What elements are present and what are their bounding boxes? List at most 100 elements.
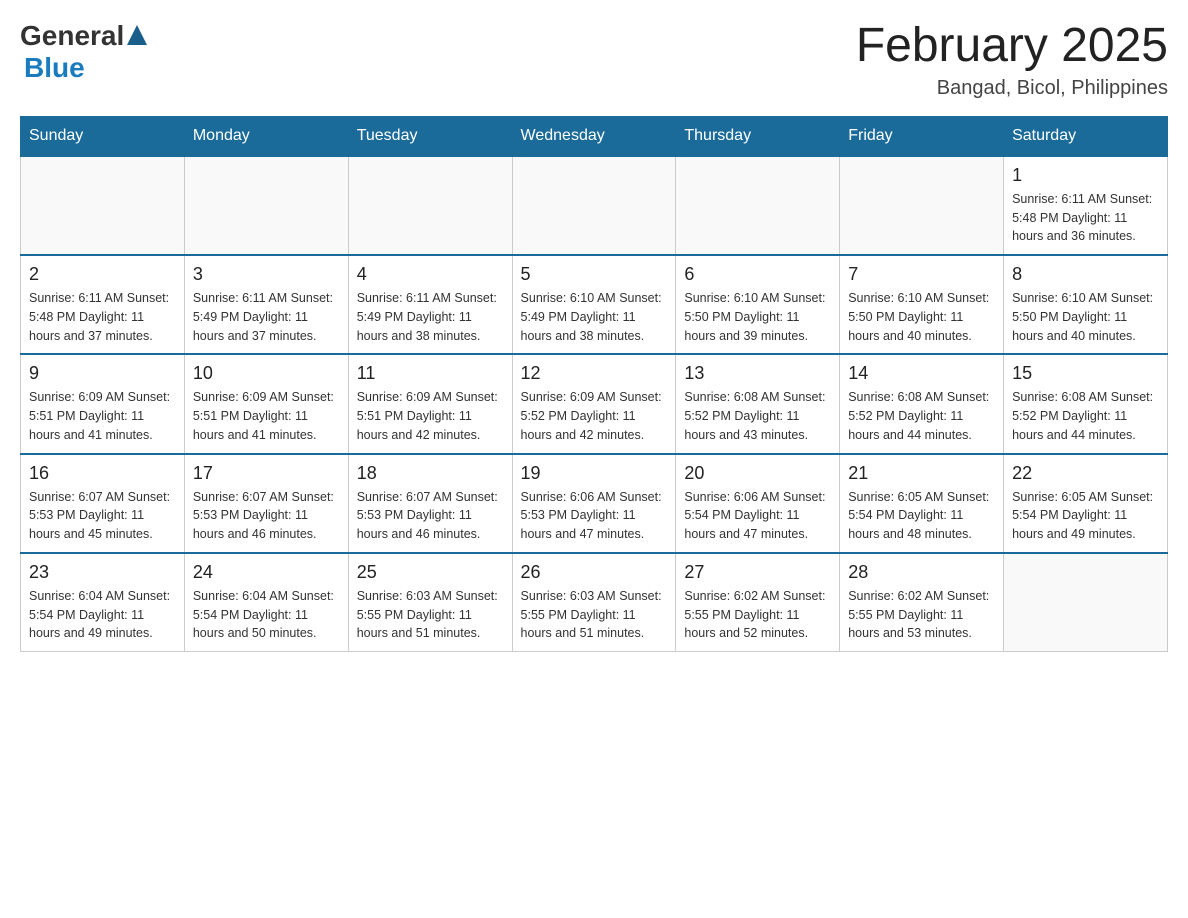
day-info: Sunrise: 6:09 AM Sunset: 5:51 PM Dayligh… [357, 388, 504, 444]
calendar-week-row: 9 Sunrise: 6:09 AM Sunset: 5:51 PM Daylig… [21, 354, 1168, 453]
calendar-day: 18 Sunrise: 6:07 AM Sunset: 5:53 PM Dayli… [348, 454, 512, 553]
day-number: 9 [29, 363, 176, 384]
calendar-day [184, 156, 348, 255]
day-info: Sunrise: 6:08 AM Sunset: 5:52 PM Dayligh… [848, 388, 995, 444]
calendar-day: 17Sunrise: 6:07 AM Sunset: 5:53 PM Dayli… [184, 454, 348, 553]
calendar-day [840, 156, 1004, 255]
day-info: Sunrise: 6:11 AM Sunset: 5:48 PM Dayligh… [1012, 190, 1159, 246]
calendar-header-tuesday: Tuesday [348, 116, 512, 156]
day-number: 22 [1012, 463, 1159, 484]
calendar-day: 3 Sunrise: 6:11 AM Sunset: 5:49 PM Daylig… [184, 255, 348, 354]
day-number: 28 [848, 562, 995, 583]
calendar-header-wednesday: Wednesday [512, 116, 676, 156]
day-number: 12 [521, 363, 668, 384]
day-info: Sunrise: 6:10 AM Sunset: 5:49 PM Dayligh… [521, 289, 668, 345]
calendar-day: 23 Sunrise: 6:04 AM Sunset: 5:54 PM Dayli… [21, 553, 185, 652]
calendar-day [512, 156, 676, 255]
calendar-table: SundayMondayTuesdayWednesdayThursdayFrid… [20, 116, 1168, 652]
logo-triangle-icon [127, 25, 147, 45]
day-info: Sunrise: 6:08 AM Sunset: 5:52 PM Dayligh… [1012, 388, 1159, 444]
day-number: 19 [521, 463, 668, 484]
day-number: 2 [29, 264, 176, 285]
day-info: Sunrise: 6:05 AM Sunset: 5:54 PM Dayligh… [1012, 488, 1159, 544]
day-info: Sunrise: 6:05 AM Sunset: 5:54 PM Dayligh… [848, 488, 995, 544]
day-number: 24 [193, 562, 340, 583]
calendar-day: 25Sunrise: 6:03 AM Sunset: 5:55 PM Dayli… [348, 553, 512, 652]
day-number: 6 [684, 264, 831, 285]
day-number: 11 [357, 363, 504, 384]
day-number: 25 [357, 562, 504, 583]
day-number: 5 [521, 264, 668, 285]
calendar-day: 13 Sunrise: 6:08 AM Sunset: 5:52 PM Dayli… [676, 354, 840, 453]
day-number: 16 [29, 463, 176, 484]
calendar-day: 28 Sunrise: 6:02 AM Sunset: 5:55 PM Dayli… [840, 553, 1004, 652]
day-info: Sunrise: 6:02 AM Sunset: 5:55 PM Dayligh… [848, 587, 995, 643]
day-info: Sunrise: 6:10 AM Sunset: 5:50 PM Dayligh… [848, 289, 995, 345]
day-number: 23 [29, 562, 176, 583]
day-number: 15 [1012, 363, 1159, 384]
day-number: 17 [193, 463, 340, 484]
calendar-header-monday: Monday [184, 116, 348, 156]
day-info: Sunrise: 6:07 AM Sunset: 5:53 PM Dayligh… [29, 488, 176, 544]
calendar-day: 5 Sunrise: 6:10 AM Sunset: 5:49 PM Daylig… [512, 255, 676, 354]
calendar-week-row: 16 Sunrise: 6:07 AM Sunset: 5:53 PM Dayli… [21, 454, 1168, 553]
logo: General Blue [20, 20, 147, 84]
day-info: Sunrise: 6:10 AM Sunset: 5:50 PM Dayligh… [1012, 289, 1159, 345]
calendar-day: 19 Sunrise: 6:06 AM Sunset: 5:53 PM Dayli… [512, 454, 676, 553]
day-number: 18 [357, 463, 504, 484]
day-number: 3 [193, 264, 340, 285]
calendar-day: 8 Sunrise: 6:10 AM Sunset: 5:50 PM Daylig… [1004, 255, 1168, 354]
day-info: Sunrise: 6:09 AM Sunset: 5:52 PM Dayligh… [521, 388, 668, 444]
day-info: Sunrise: 6:08 AM Sunset: 5:52 PM Dayligh… [684, 388, 831, 444]
calendar-day: 11 Sunrise: 6:09 AM Sunset: 5:51 PM Dayli… [348, 354, 512, 453]
day-info: Sunrise: 6:11 AM Sunset: 5:49 PM Dayligh… [357, 289, 504, 345]
day-number: 13 [684, 363, 831, 384]
calendar-day [676, 156, 840, 255]
calendar-week-row: 23 Sunrise: 6:04 AM Sunset: 5:54 PM Dayli… [21, 553, 1168, 652]
calendar-header-thursday: Thursday [676, 116, 840, 156]
calendar-day: 15 Sunrise: 6:08 AM Sunset: 5:52 PM Dayli… [1004, 354, 1168, 453]
day-info: Sunrise: 6:11 AM Sunset: 5:49 PM Dayligh… [193, 289, 340, 345]
calendar-day [21, 156, 185, 255]
day-number: 4 [357, 264, 504, 285]
day-info: Sunrise: 6:11 AM Sunset: 5:48 PM Dayligh… [29, 289, 176, 345]
calendar-day: 2 Sunrise: 6:11 AM Sunset: 5:48 PM Daylig… [21, 255, 185, 354]
calendar-header-row: SundayMondayTuesdayWednesdayThursdayFrid… [21, 116, 1168, 156]
day-number: 20 [684, 463, 831, 484]
day-number: 21 [848, 463, 995, 484]
calendar-day: 9 Sunrise: 6:09 AM Sunset: 5:51 PM Daylig… [21, 354, 185, 453]
day-info: Sunrise: 6:02 AM Sunset: 5:55 PM Dayligh… [684, 587, 831, 643]
calendar-day: 22 Sunrise: 6:05 AM Sunset: 5:54 PM Dayli… [1004, 454, 1168, 553]
day-info: Sunrise: 6:04 AM Sunset: 5:54 PM Dayligh… [29, 587, 176, 643]
day-info: Sunrise: 6:06 AM Sunset: 5:53 PM Dayligh… [521, 488, 668, 544]
calendar-day: 1 Sunrise: 6:11 AM Sunset: 5:48 PM Daylig… [1004, 156, 1168, 255]
page-header: General Blue February 2025 Bangad, Bicol… [20, 20, 1168, 100]
calendar-day: 20 Sunrise: 6:06 AM Sunset: 5:54 PM Dayli… [676, 454, 840, 553]
day-info: Sunrise: 6:09 AM Sunset: 5:51 PM Dayligh… [29, 388, 176, 444]
calendar-day: 21 Sunrise: 6:05 AM Sunset: 5:54 PM Dayli… [840, 454, 1004, 553]
calendar-day: 10Sunrise: 6:09 AM Sunset: 5:51 PM Dayli… [184, 354, 348, 453]
calendar-day: 4 Sunrise: 6:11 AM Sunset: 5:49 PM Daylig… [348, 255, 512, 354]
calendar-week-row: 2 Sunrise: 6:11 AM Sunset: 5:48 PM Daylig… [21, 255, 1168, 354]
calendar-header-friday: Friday [840, 116, 1004, 156]
calendar-day: 27 Sunrise: 6:02 AM Sunset: 5:55 PM Dayli… [676, 553, 840, 652]
calendar-header-saturday: Saturday [1004, 116, 1168, 156]
location-title: Bangad, Bicol, Philippines [856, 77, 1168, 100]
day-number: 8 [1012, 264, 1159, 285]
calendar-day: 6 Sunrise: 6:10 AM Sunset: 5:50 PM Daylig… [676, 255, 840, 354]
day-number: 14 [848, 363, 995, 384]
day-number: 1 [1012, 165, 1159, 186]
title-block: February 2025 Bangad, Bicol, Philippines [856, 20, 1168, 100]
day-info: Sunrise: 6:10 AM Sunset: 5:50 PM Dayligh… [684, 289, 831, 345]
day-number: 7 [848, 264, 995, 285]
calendar-day: 16 Sunrise: 6:07 AM Sunset: 5:53 PM Dayli… [21, 454, 185, 553]
day-info: Sunrise: 6:07 AM Sunset: 5:53 PM Dayligh… [357, 488, 504, 544]
day-info: Sunrise: 6:09 AM Sunset: 5:51 PM Dayligh… [193, 388, 340, 444]
calendar-day: 26Sunrise: 6:03 AM Sunset: 5:55 PM Dayli… [512, 553, 676, 652]
calendar-day: 24Sunrise: 6:04 AM Sunset: 5:54 PM Dayli… [184, 553, 348, 652]
day-info: Sunrise: 6:06 AM Sunset: 5:54 PM Dayligh… [684, 488, 831, 544]
day-number: 27 [684, 562, 831, 583]
logo-blue-text: Blue [20, 52, 147, 84]
logo-general-text: General [20, 20, 124, 52]
calendar-day [348, 156, 512, 255]
